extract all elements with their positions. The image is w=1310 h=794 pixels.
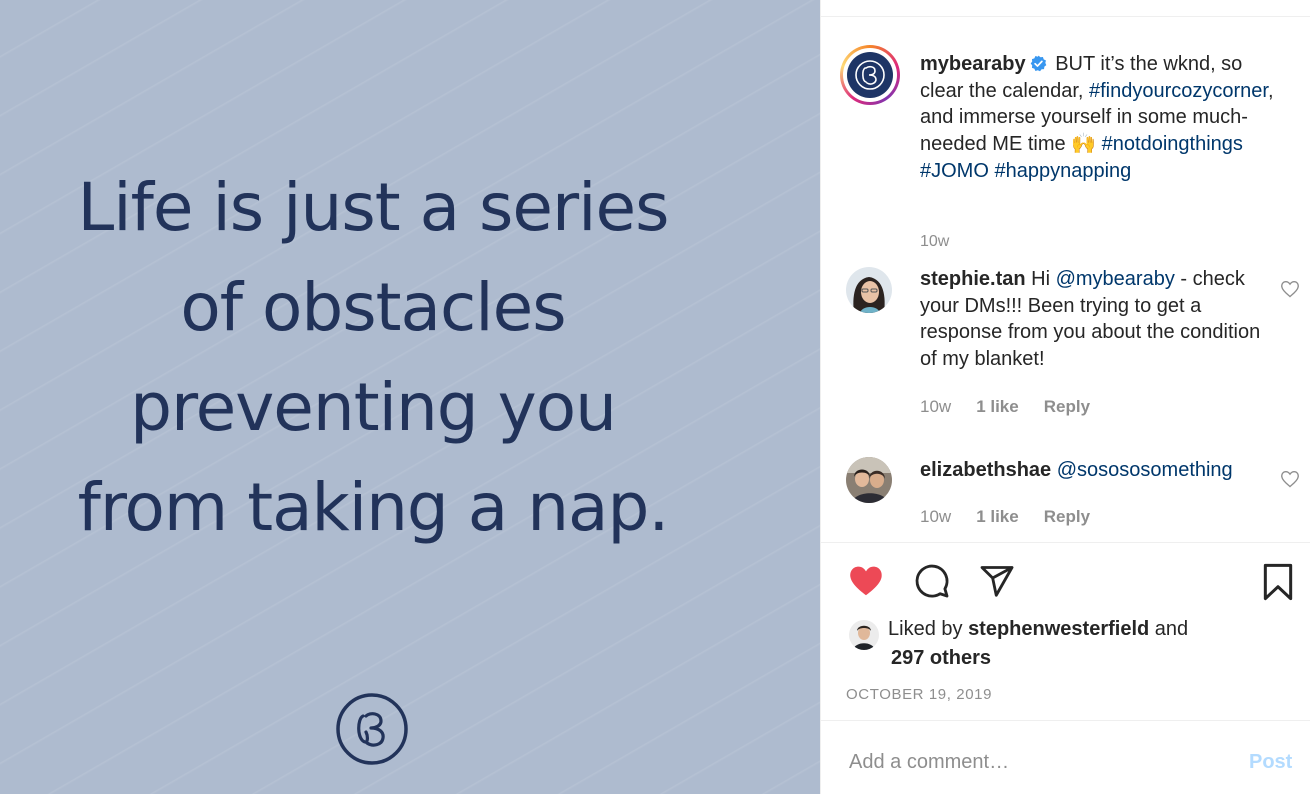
hashtag-link[interactable]: #JOMO [920, 160, 989, 182]
bookmark-icon[interactable] [1262, 563, 1294, 601]
comment-body: elizabethshae @sosososomething [920, 457, 1270, 484]
mention-link[interactable]: @sosososomething [1057, 459, 1233, 481]
liker-avatar[interactable] [849, 620, 879, 650]
likes-count[interactable]: 297 others [891, 647, 991, 669]
commenter-avatar[interactable] [846, 457, 892, 503]
post-image[interactable]: Life is just a series of obstacles preve… [0, 0, 820, 794]
hashtag-link[interactable]: #findyourcozycorner [1089, 80, 1268, 102]
post-caption: mybearaby BUT it’s the wknd, so clear th… [920, 51, 1290, 185]
liked-by-prefix: Liked by [888, 618, 963, 640]
post-comment-button[interactable]: Post [1249, 751, 1292, 774]
heart-filled-icon[interactable] [847, 563, 885, 599]
comment-likes[interactable]: 1 like [976, 397, 1019, 416]
commenter-username[interactable]: elizabethshae [920, 459, 1051, 481]
comment-text: Hi [1031, 268, 1056, 290]
heart-outline-icon[interactable] [1280, 279, 1300, 299]
mention-link[interactable]: @mybearaby [1056, 268, 1175, 290]
add-comment-input[interactable] [849, 751, 1229, 774]
bearaby-logo-icon [336, 693, 408, 765]
commenter-username[interactable]: stephie.tan [920, 268, 1026, 290]
caption-timestamp[interactable]: 10w [920, 233, 949, 251]
verified-badge-icon [1030, 55, 1046, 72]
comment-timestamp[interactable]: 10w [920, 507, 951, 526]
liked-by-summary: Liked by stephenwesterfield and 297 othe… [888, 615, 1188, 673]
quote-line: Life is just a series [77, 169, 670, 246]
comment-meta: 10w 1 like Reply [920, 397, 1115, 417]
paper-plane-icon[interactable] [978, 563, 1016, 599]
author-username[interactable]: mybearaby [920, 53, 1026, 75]
liked-by-and: and [1154, 618, 1189, 640]
post-side-panel: mybearaby BUT it’s the wknd, so clear th… [820, 0, 1310, 794]
divider [821, 720, 1310, 721]
comment-meta: 10w 1 like Reply [920, 507, 1115, 527]
liker-username[interactable]: stephenwesterfield [968, 618, 1149, 640]
divider [821, 542, 1310, 543]
quote-text: Life is just a series of obstacles preve… [0, 158, 746, 558]
quote-line: from taking a nap. [77, 469, 670, 546]
post-date[interactable]: OCTOBER 19, 2019 [846, 686, 992, 703]
reply-button[interactable]: Reply [1044, 507, 1090, 526]
comment-timestamp[interactable]: 10w [920, 397, 951, 416]
reply-button[interactable]: Reply [1044, 397, 1090, 416]
commenter-avatar[interactable] [846, 267, 892, 313]
quote-line: preventing you [130, 369, 617, 446]
bearaby-logo-icon [855, 60, 885, 90]
heart-outline-icon[interactable] [1280, 469, 1300, 489]
hashtag-link[interactable]: #notdoingthings [1102, 133, 1243, 155]
comment-bubble-icon[interactable] [914, 563, 950, 599]
hashtag-link[interactable]: #happynapping [994, 160, 1131, 182]
comment-body: stephie.tan Hi @mybearaby - check your D… [920, 266, 1270, 373]
quote-line: of obstacles [180, 269, 566, 346]
author-avatar[interactable] [840, 45, 900, 105]
divider [821, 16, 1310, 17]
comment-likes[interactable]: 1 like [976, 507, 1019, 526]
